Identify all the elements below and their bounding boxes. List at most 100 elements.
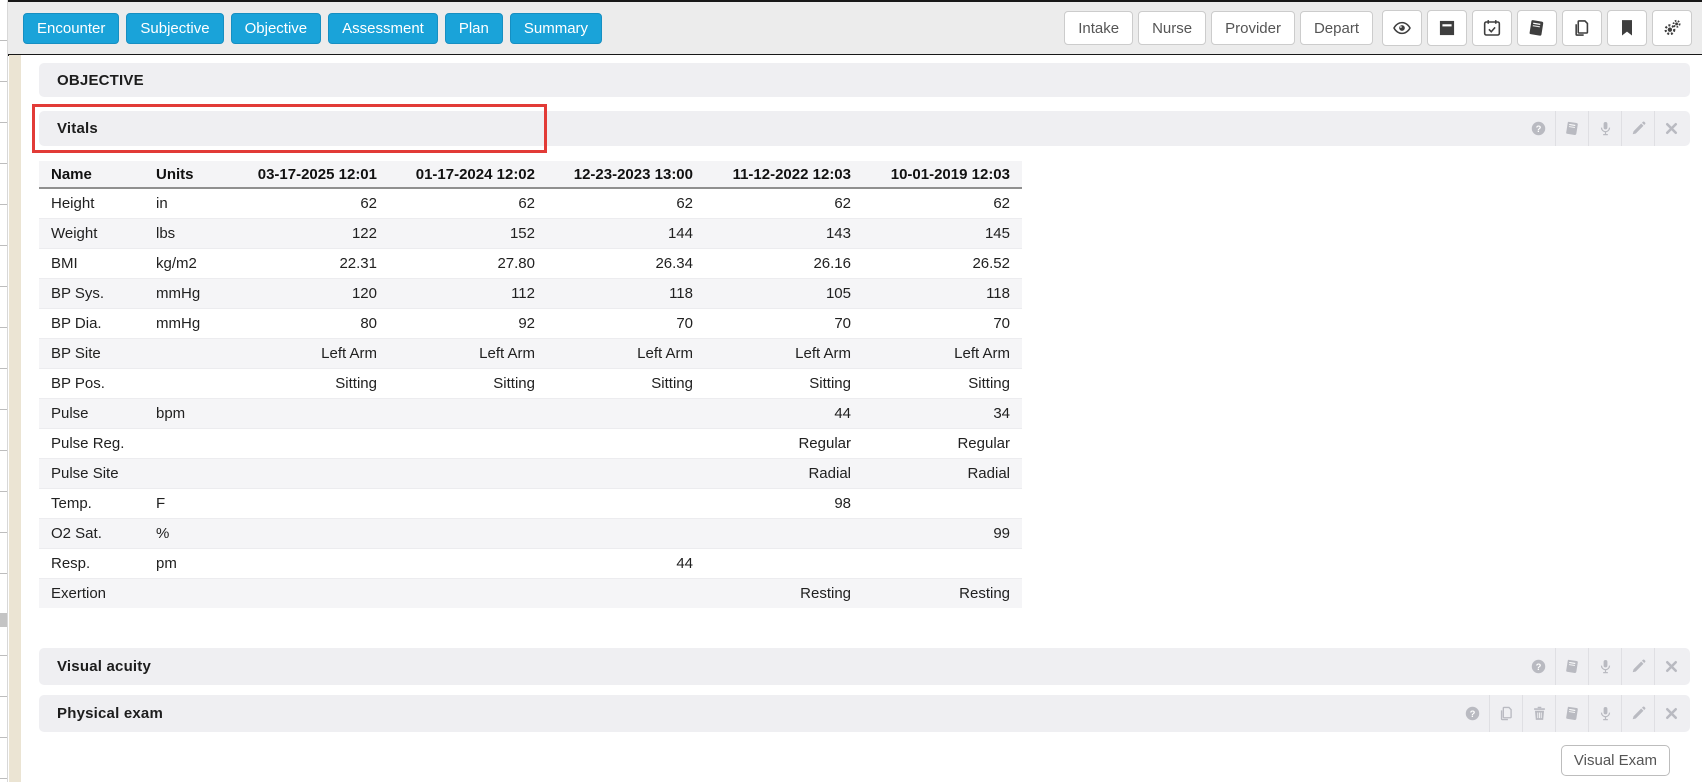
visual-acuity-section-header[interactable]: Visual acuity ? xyxy=(39,648,1690,685)
nurse-button[interactable]: Nurse xyxy=(1138,11,1206,45)
microphone-icon[interactable] xyxy=(1588,111,1621,146)
row-value: Left Arm xyxy=(547,338,705,368)
bookmark-icon xyxy=(1617,18,1637,38)
row-value: 118 xyxy=(547,278,705,308)
row-value: 22.31 xyxy=(231,248,389,278)
row-name: Temp. xyxy=(39,488,144,518)
encounter-nav-group: EncounterSubjective ObjectiveAssessmentPl… xyxy=(23,13,602,44)
visual-exam-button[interactable]: Visual Exam xyxy=(1561,745,1670,776)
vitals-section: Vitals ? xyxy=(39,111,1690,146)
nav-button-subjective[interactable]: Subjective xyxy=(126,13,223,44)
row-name: Weight xyxy=(39,218,144,248)
depart-button[interactable]: Depart xyxy=(1300,11,1373,45)
nav-button-objective[interactable]: Objective xyxy=(231,13,322,44)
calendar-check-button[interactable] xyxy=(1472,10,1512,46)
close-icon[interactable] xyxy=(1654,648,1687,685)
row-value: 44 xyxy=(705,398,863,428)
vitals-title: Vitals xyxy=(57,120,98,137)
row-units: mmHg xyxy=(144,278,231,308)
microphone-icon[interactable] xyxy=(1588,695,1621,732)
row-value: Left Arm xyxy=(389,338,547,368)
row-value xyxy=(547,518,705,548)
book-button[interactable] xyxy=(1517,10,1557,46)
nav-button-encounter[interactable]: Encounter xyxy=(23,13,119,44)
row-units xyxy=(144,338,231,368)
row-units: mmHg xyxy=(144,308,231,338)
row-units: pm xyxy=(144,548,231,578)
row-value xyxy=(231,458,389,488)
archive-icon xyxy=(1437,18,1457,38)
left-panel-edge xyxy=(0,0,8,782)
row-value xyxy=(863,488,1022,518)
row-value xyxy=(389,458,547,488)
book-icon[interactable] xyxy=(1555,695,1588,732)
pencil-icon[interactable] xyxy=(1621,695,1654,732)
row-units xyxy=(144,428,231,458)
vitals-section-header[interactable]: Vitals ? xyxy=(39,111,1690,146)
row-name: BP Pos. xyxy=(39,368,144,398)
table-row-weight: Weightlbs122152144143145 xyxy=(39,218,1022,248)
row-value: 118 xyxy=(863,278,1022,308)
table-row-bp-dia: BP Dia.mmHg8092707070 xyxy=(39,308,1022,338)
trash-icon[interactable] xyxy=(1522,695,1555,732)
copy-icon[interactable] xyxy=(1489,695,1522,732)
intake-button[interactable]: Intake xyxy=(1064,11,1133,45)
physical-exam-title: Physical exam xyxy=(57,705,163,722)
eye-icon xyxy=(1392,18,1412,38)
pencil-icon[interactable] xyxy=(1621,111,1654,146)
eye-button[interactable] xyxy=(1382,10,1422,46)
help-icon[interactable]: ? xyxy=(1522,648,1555,685)
row-value: 70 xyxy=(863,308,1022,338)
row-value: Sitting xyxy=(863,368,1022,398)
toolbar-icon-buttons xyxy=(1382,10,1692,46)
row-value: 62 xyxy=(231,188,389,218)
column-header-01-17-2024-12-02: 01-17-2024 12:02 xyxy=(389,161,547,188)
book-icon[interactable] xyxy=(1555,648,1588,685)
row-value: Resting xyxy=(705,578,863,608)
svg-text:?: ? xyxy=(1536,124,1542,134)
row-value xyxy=(547,458,705,488)
row-name: Exertion xyxy=(39,578,144,608)
row-value: 62 xyxy=(547,188,705,218)
nav-button-summary[interactable]: Summary xyxy=(510,13,602,44)
table-row-height: Heightin6262626262 xyxy=(39,188,1022,218)
footer-row: Visual Exam xyxy=(39,745,1690,776)
row-name: BMI xyxy=(39,248,144,278)
table-row-bp-site: BP SiteLeft ArmLeft ArmLeft ArmLeft ArmL… xyxy=(39,338,1022,368)
archive-button[interactable] xyxy=(1427,10,1467,46)
row-value xyxy=(547,578,705,608)
microphone-icon[interactable] xyxy=(1588,648,1621,685)
row-value: Radial xyxy=(705,458,863,488)
help-icon[interactable]: ? xyxy=(1456,695,1489,732)
table-row-pulse-reg: Pulse Reg.RegularRegular xyxy=(39,428,1022,458)
row-name: Pulse xyxy=(39,398,144,428)
book-icon[interactable] xyxy=(1555,111,1588,146)
visual-acuity-header-icons: ? xyxy=(1522,648,1687,685)
copy-button[interactable] xyxy=(1562,10,1602,46)
row-value: 62 xyxy=(389,188,547,218)
gears-button[interactable] xyxy=(1652,10,1692,46)
row-value: Resting xyxy=(863,578,1022,608)
row-value xyxy=(389,428,547,458)
provider-button[interactable]: Provider xyxy=(1211,11,1295,45)
row-value xyxy=(547,488,705,518)
row-value xyxy=(389,548,547,578)
nav-button-assessment[interactable]: Assessment xyxy=(328,13,438,44)
physical-exam-header-icons: ? xyxy=(1456,695,1687,732)
bookmark-button[interactable] xyxy=(1607,10,1647,46)
row-value xyxy=(231,578,389,608)
help-icon[interactable]: ? xyxy=(1522,111,1555,146)
row-value: 62 xyxy=(863,188,1022,218)
pencil-icon[interactable] xyxy=(1621,648,1654,685)
row-value xyxy=(389,578,547,608)
row-value: Regular xyxy=(705,428,863,458)
left-scrollbar-thumb[interactable] xyxy=(0,613,7,627)
row-value xyxy=(705,518,863,548)
row-units: F xyxy=(144,488,231,518)
physical-exam-section-header[interactable]: Physical exam ? xyxy=(39,695,1690,732)
close-icon[interactable] xyxy=(1654,111,1687,146)
row-name: O2 Sat. xyxy=(39,518,144,548)
nav-button-plan[interactable]: Plan xyxy=(445,13,503,44)
close-icon[interactable] xyxy=(1654,695,1687,732)
row-name: Pulse Reg. xyxy=(39,428,144,458)
